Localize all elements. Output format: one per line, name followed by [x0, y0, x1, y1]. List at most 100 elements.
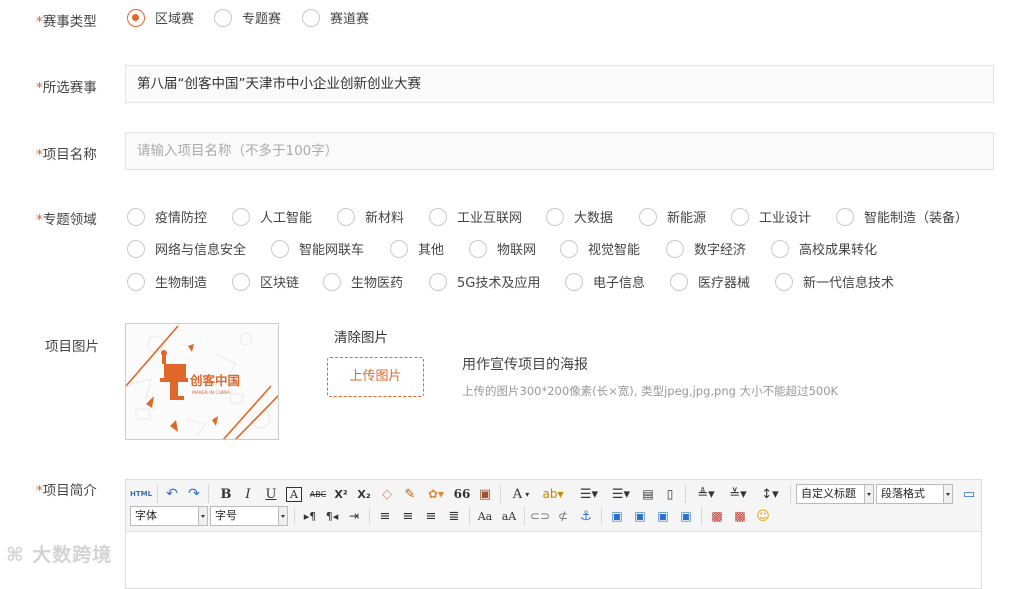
- radio-topic-ai[interactable]: 人工智能: [232, 207, 312, 226]
- align-justify-icon[interactable]: ≣: [445, 507, 463, 525]
- radio-topic-digital-economy[interactable]: 数字经济: [666, 239, 746, 258]
- paragraph-icon[interactable]: ▤: [639, 485, 657, 503]
- radio-topic-biomedicine[interactable]: 生物医药: [323, 272, 403, 291]
- project-intro-label: *项目简介: [36, 483, 97, 499]
- redo-icon[interactable]: ↷: [186, 485, 202, 503]
- radio-topic-other[interactable]: 其他: [390, 239, 444, 258]
- bold-icon[interactable]: B: [218, 485, 234, 503]
- align-center-icon[interactable]: ≡: [399, 507, 417, 525]
- font-color-icon[interactable]: A ▾: [508, 485, 534, 503]
- fullscreen-icon[interactable]: ▭: [960, 485, 978, 503]
- radio-circle: [836, 207, 854, 226]
- clear-image-button[interactable]: 清除图片: [334, 326, 388, 346]
- superscript-icon[interactable]: X²: [332, 485, 350, 503]
- to-uppercase-icon[interactable]: Aa: [476, 507, 494, 525]
- radio-circle: [127, 207, 145, 226]
- paste-plain-icon[interactable]: ▣: [476, 485, 494, 503]
- subscript-icon[interactable]: X₂: [355, 485, 373, 503]
- ordered-list-icon[interactable]: ☰▾: [575, 485, 603, 503]
- radio-circle: [302, 8, 320, 27]
- radio-circle: [771, 239, 789, 258]
- auto-layout-icon[interactable]: ✿▾: [424, 485, 448, 503]
- font-border-icon[interactable]: A: [286, 487, 302, 502]
- eraser-icon[interactable]: ◇: [378, 485, 396, 503]
- radio-circle: [565, 272, 583, 291]
- link-icon[interactable]: ⊂⊃: [530, 507, 550, 525]
- unordered-list-icon[interactable]: ☰▾: [607, 485, 635, 503]
- page-icon[interactable]: ▯: [661, 485, 679, 503]
- radio-topic-bio-manufacturing[interactable]: 生物制造: [127, 272, 207, 291]
- anchor-icon[interactable]: ⚓: [577, 507, 595, 525]
- blockquote-icon[interactable]: 66: [453, 485, 471, 503]
- insert-image-icon[interactable]: ▩: [708, 507, 726, 525]
- radio-circle: [429, 207, 447, 226]
- topic-area-label: *专题领域: [36, 212, 97, 228]
- html-source-icon[interactable]: HTML: [130, 485, 152, 503]
- radio-topic-epidemic[interactable]: 疫情防控: [127, 207, 207, 226]
- radio-circle: [214, 8, 232, 27]
- radio-topic-network-security[interactable]: 网络与信息安全: [127, 239, 246, 258]
- underline-icon[interactable]: U: [263, 485, 279, 503]
- project-name-label: *项目名称: [36, 147, 97, 163]
- radio-circle: [546, 207, 564, 226]
- radio-topic-university-transfer[interactable]: 高校成果转化: [771, 239, 877, 258]
- font-family-select[interactable]: 字体: [130, 506, 208, 526]
- unlink-icon[interactable]: ⊄: [554, 507, 572, 525]
- radio-circle: [232, 207, 250, 226]
- radio-topic-next-gen-it[interactable]: 新一代信息技术: [775, 272, 894, 291]
- to-lowercase-icon[interactable]: aA: [500, 507, 518, 525]
- image-center-icon[interactable]: ▣: [677, 507, 695, 525]
- radio-topic-big-data[interactable]: 大数据: [546, 207, 613, 226]
- rtl-icon[interactable]: ¶◂: [323, 507, 341, 525]
- ltr-icon[interactable]: ▸¶: [301, 507, 319, 525]
- radio-topic-industrial-internet[interactable]: 工业互联网: [429, 207, 522, 226]
- radio-topic-connected-vehicle[interactable]: 智能网联车: [271, 239, 364, 258]
- radio-topic-smart-manufacturing[interactable]: 智能制造（装备）: [836, 207, 968, 226]
- radio-race-type-track[interactable]: 赛道赛: [302, 8, 369, 27]
- image-right-icon[interactable]: ▣: [654, 507, 672, 525]
- format-brush-icon[interactable]: ✎: [401, 485, 419, 503]
- image-left-icon[interactable]: ▣: [631, 507, 649, 525]
- radio-race-type-regional[interactable]: 区域赛: [127, 8, 194, 27]
- radio-circle: [127, 272, 145, 291]
- radio-race-type-topic[interactable]: 专题赛: [214, 8, 281, 27]
- row-spacing-top-icon[interactable]: ≜▾: [692, 485, 720, 503]
- align-right-icon[interactable]: ≡: [422, 507, 440, 525]
- radio-circle-selected: [127, 8, 145, 27]
- editor-toolbar: HTML ↶ ↷ B I U A ABC X² X₂ ◇ ✎ ✿▾ 66 ▣ A…: [126, 480, 981, 532]
- radio-topic-industrial-design[interactable]: 工业设计: [731, 207, 811, 226]
- radio-topic-5g[interactable]: 5G技术及应用: [429, 272, 540, 291]
- align-left-icon[interactable]: ≡: [376, 507, 394, 525]
- project-name-input[interactable]: 请输入项目名称（不多于100字）: [125, 132, 994, 170]
- radio-topic-new-materials[interactable]: 新材料: [337, 207, 404, 226]
- row-spacing-bottom-icon[interactable]: ≚▾: [724, 485, 752, 503]
- emotion-icon[interactable]: ☺: [754, 507, 772, 525]
- radio-topic-electronic-info[interactable]: 电子信息: [565, 272, 645, 291]
- undo-icon[interactable]: ↶: [164, 485, 180, 503]
- radio-circle: [775, 272, 793, 291]
- strikethrough-icon[interactable]: ABC: [308, 485, 328, 503]
- font-size-select[interactable]: 字号: [210, 506, 288, 526]
- image-none-icon[interactable]: ▣: [608, 507, 626, 525]
- svg-text:创客中国: 创客中国: [189, 373, 240, 388]
- multi-image-icon[interactable]: ▩: [731, 507, 749, 525]
- indent-icon[interactable]: ⇥: [345, 507, 363, 525]
- selected-race-field[interactable]: 第八届“创客中国”天津市中小企业创新创业大赛: [125, 65, 994, 103]
- line-height-icon[interactable]: ↕▾: [756, 485, 784, 503]
- radio-topic-medical-devices[interactable]: 医疗器械: [670, 272, 750, 291]
- radio-topic-blockchain[interactable]: 区块链: [232, 272, 299, 291]
- radio-circle: [271, 239, 289, 258]
- radio-topic-visual-intelligence[interactable]: 视觉智能: [560, 239, 640, 258]
- radio-topic-new-energy[interactable]: 新能源: [639, 207, 706, 226]
- paragraph-format-select[interactable]: 段落格式: [876, 484, 953, 504]
- radio-circle: [666, 239, 684, 258]
- radio-circle: [337, 207, 355, 226]
- poster-image: 创客中国 MAKER IN CHINA: [125, 323, 279, 440]
- poster-graphic: 创客中国 MAKER IN CHINA: [126, 324, 278, 439]
- race-type-label: *赛事类型: [36, 14, 97, 30]
- highlight-color-icon[interactable]: ab▾: [538, 485, 568, 503]
- italic-icon[interactable]: I: [240, 485, 256, 503]
- upload-image-button[interactable]: 上传图片: [327, 357, 424, 397]
- custom-heading-select[interactable]: 自定义标题: [796, 484, 874, 504]
- radio-topic-iot[interactable]: 物联网: [469, 239, 536, 258]
